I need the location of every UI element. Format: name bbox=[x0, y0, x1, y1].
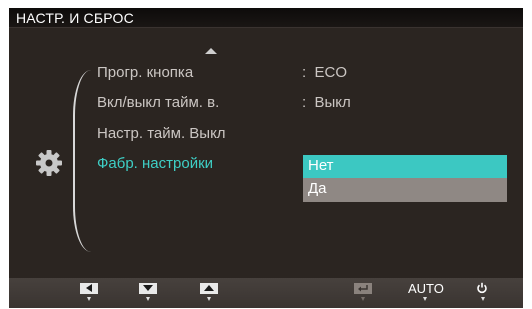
auto-label: AUTO bbox=[408, 280, 444, 296]
title-bar: НАСТР. И СБРОС bbox=[9, 8, 523, 28]
value-separator: : bbox=[302, 94, 307, 111]
down-arrow-icon bbox=[143, 285, 153, 291]
power-key-button[interactable] bbox=[476, 281, 488, 295]
key-guide-bar: AUTO bbox=[9, 278, 523, 308]
left-arrow-icon bbox=[86, 284, 92, 292]
menu-value-off-timer-toggle: : Выкл bbox=[302, 94, 351, 111]
factory-reset-dropdown[interactable]: Нет Да bbox=[303, 155, 507, 202]
up-arrow-icon bbox=[204, 285, 214, 291]
down-key-button[interactable] bbox=[139, 281, 157, 295]
power-icon bbox=[477, 282, 487, 294]
value-text: Выкл bbox=[314, 94, 351, 111]
menu-item-factory-reset[interactable]: Фабр. настройки bbox=[97, 155, 213, 172]
value-text: ECO bbox=[314, 64, 348, 81]
value-separator: : bbox=[302, 64, 307, 81]
up-key-button[interactable] bbox=[200, 281, 218, 295]
auto-key-button[interactable]: AUTO bbox=[408, 280, 444, 296]
menu-item-off-timer-toggle[interactable]: Вкл/выкл тайм. в. bbox=[97, 94, 219, 111]
left-key-button[interactable] bbox=[80, 281, 98, 295]
dropdown-option-yes[interactable]: Да bbox=[303, 178, 507, 202]
enter-icon bbox=[358, 284, 368, 291]
dropdown-option-no[interactable]: Нет bbox=[303, 155, 507, 179]
gear-icon bbox=[36, 150, 62, 176]
menu-value-button-function: : ECO bbox=[302, 64, 347, 81]
menu-item-off-timer-setting[interactable]: Настр. тайм. Выкл bbox=[97, 125, 226, 142]
enter-key-button[interactable] bbox=[354, 281, 372, 295]
osd-window: НАСТР. И СБРОС Прогр. кнопка : ECO Вкл/в… bbox=[9, 8, 523, 308]
menu-item-button-function[interactable]: Прогр. кнопка bbox=[97, 64, 193, 81]
scroll-up-icon[interactable] bbox=[205, 48, 217, 54]
menu-title: НАСТР. И СБРОС bbox=[16, 10, 134, 26]
